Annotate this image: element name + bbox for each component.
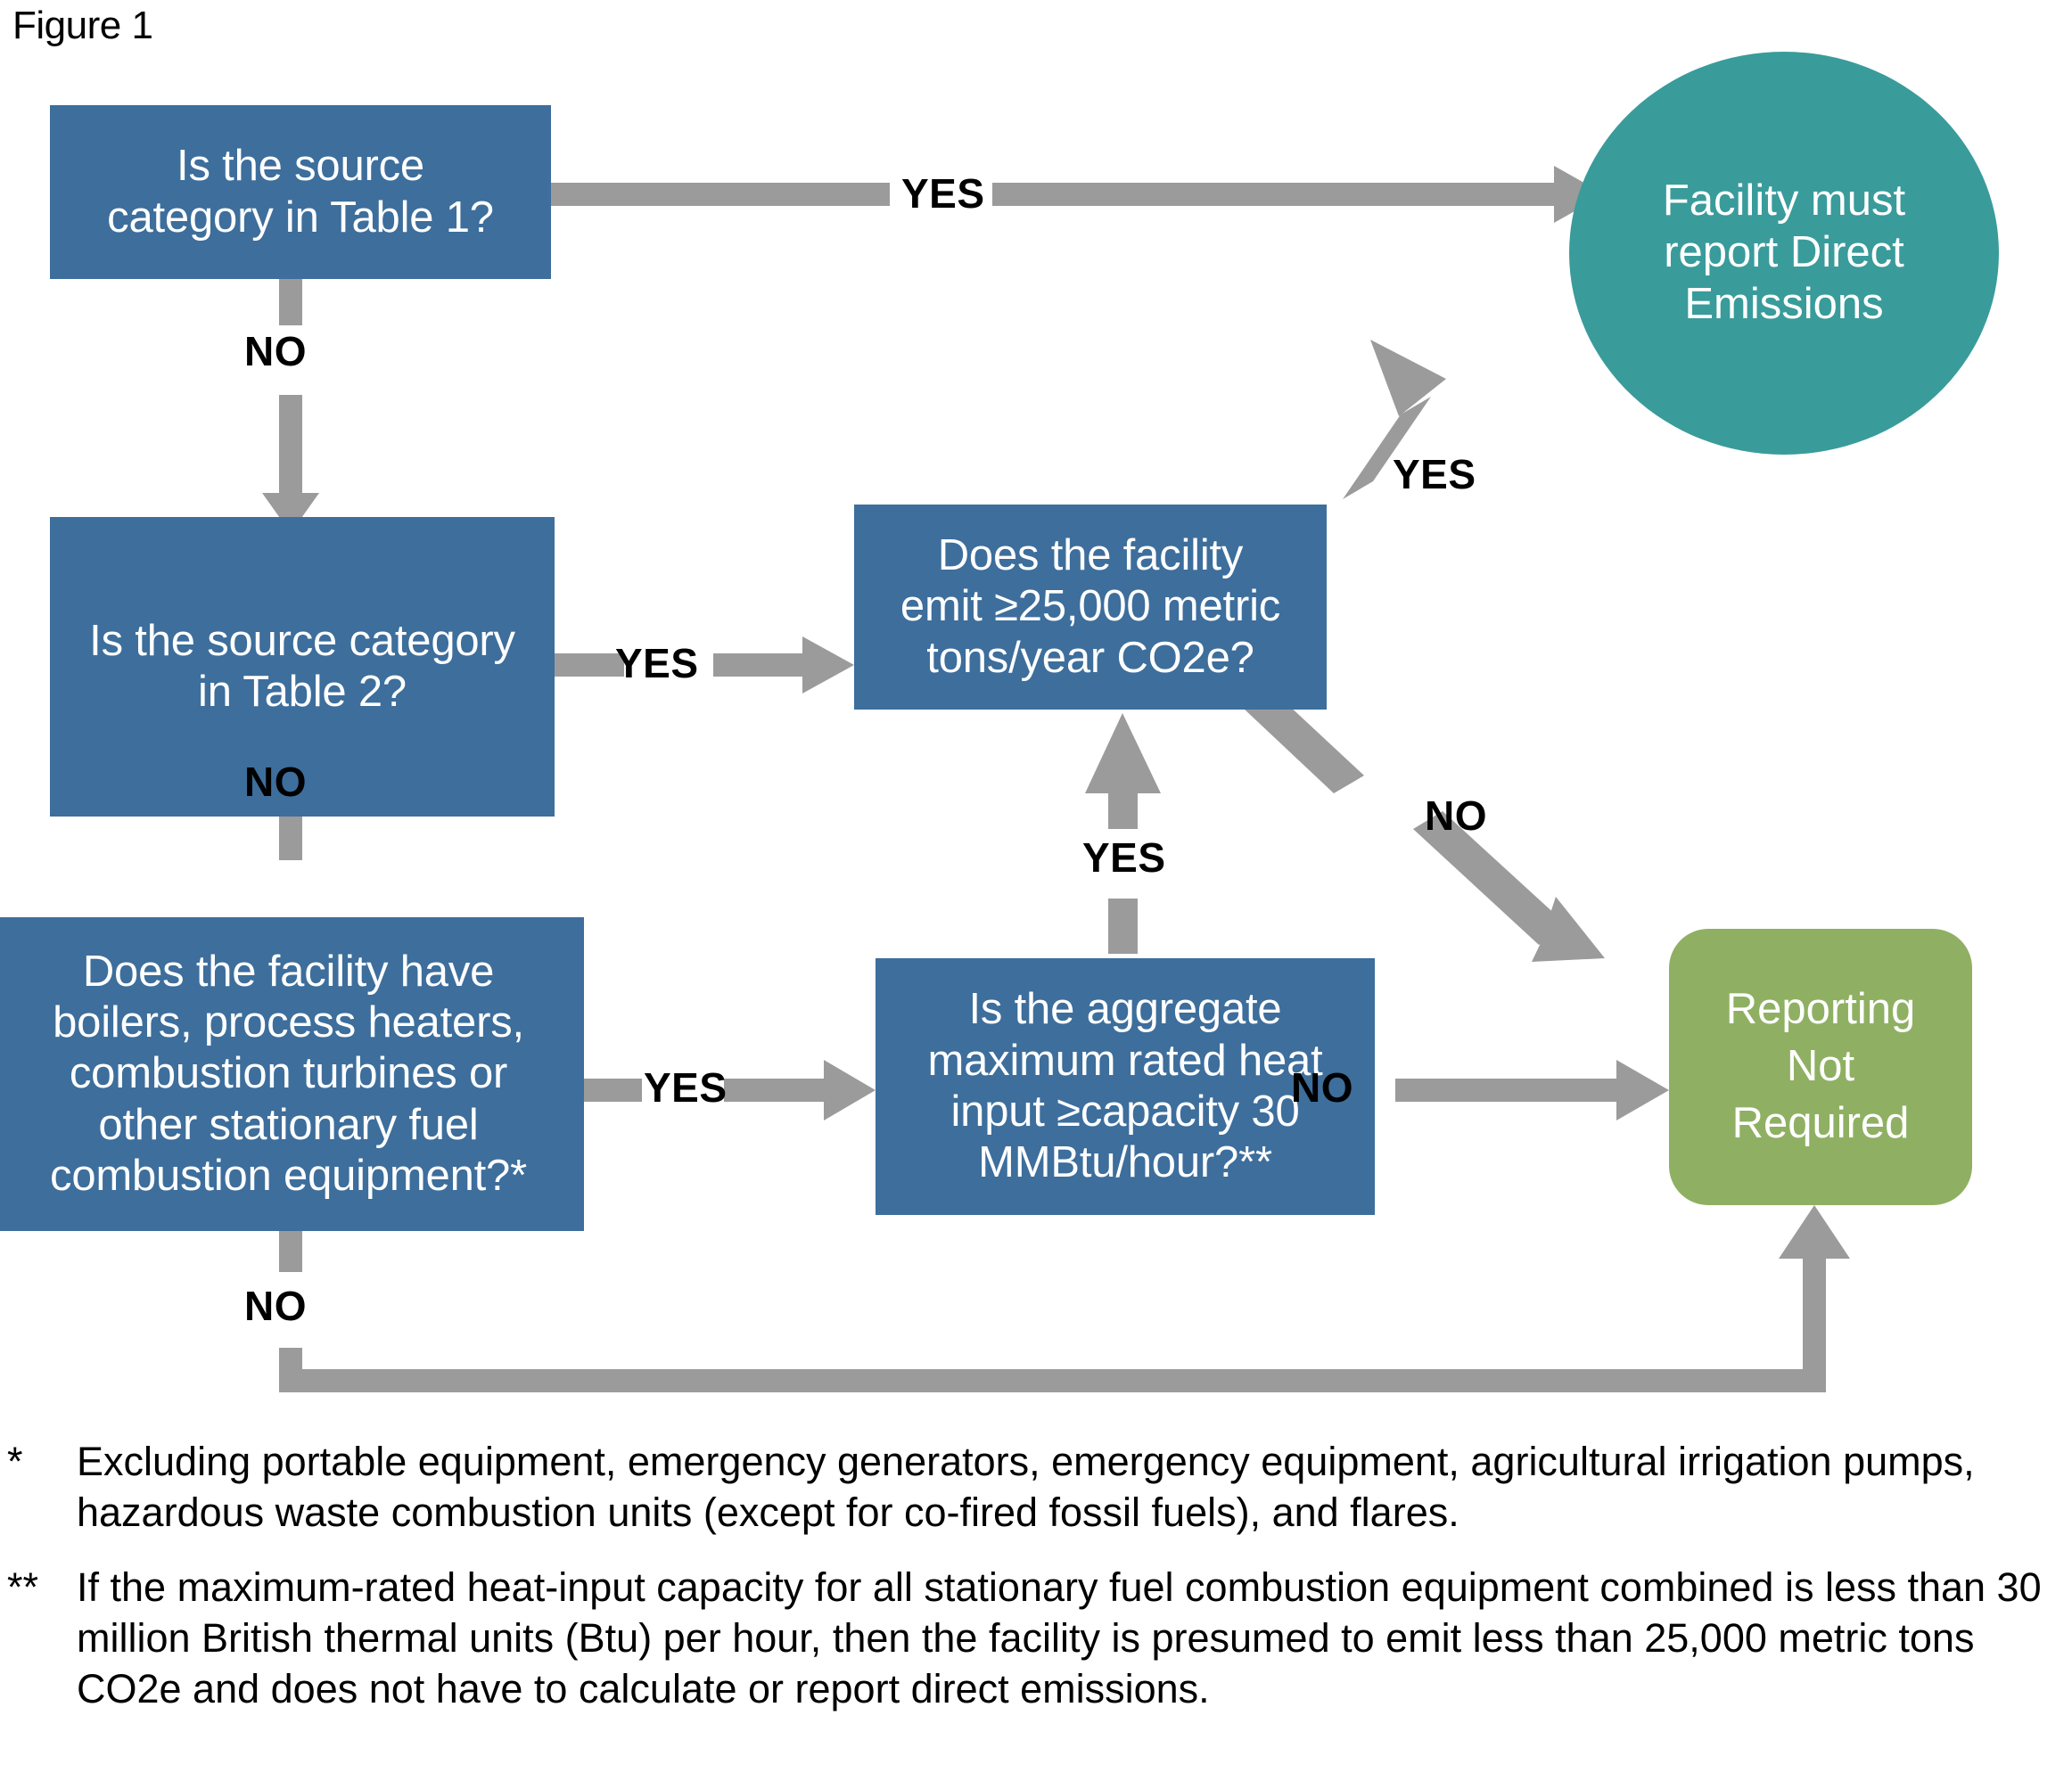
decision-label: Is the source category in Table 1? [107, 142, 494, 242]
edge-label-heatinput-no: NO [1291, 1064, 1353, 1111]
footnote-single-asterisk: * Excluding portable equipment, emergenc… [7, 1437, 2058, 1538]
edge-table2-yes-arrow [555, 636, 854, 694]
terminal-reporting-not-required[interactable]: Reporting Not Required [1669, 929, 1972, 1205]
edge-combustion-yes-arrow [584, 1060, 876, 1120]
footnote-text: Excluding portable equipment, emergency … [77, 1439, 1975, 1535]
edge-label-combustion-no: NO [244, 1283, 307, 1329]
decision-label: Does the facility have boilers, process … [50, 947, 527, 1200]
decision-box-is-source-category-table-1[interactable]: Is the source category in Table 1? [50, 105, 551, 279]
edge-table1-yes-arrow [547, 166, 1605, 223]
edge-label-combustion-yes: YES [644, 1064, 728, 1111]
figure-title: Figure 1 [12, 4, 153, 47]
footnote-marker: ** [7, 1564, 39, 1611]
terminal-label: Facility must report Direct Emissions [1662, 176, 1906, 328]
edge-label-threshold-yes: YES [1393, 451, 1476, 497]
footnote-text: If the maximum-rated heat-input capacity… [77, 1564, 2042, 1711]
figure-canvas: Figure 1 Is the source category in Table… [0, 0, 2072, 1781]
edge-label-table2-no: NO [244, 759, 307, 805]
edge-label-table2-yes: YES [615, 640, 699, 686]
edge-label-threshold-no: NO [1425, 792, 1487, 839]
footnote-double-asterisk: ** If the maximum-rated heat-input capac… [7, 1563, 2058, 1714]
edge-label-table1-yes: YES [901, 170, 985, 217]
edge-label-combustion-no-placeholder: YES [1082, 834, 1166, 881]
edge-combustion-no-loop [279, 1205, 1850, 1392]
decision-box-does-facility-emit-threshold[interactable]: Does the facility emit ≥25,000 metric to… [854, 505, 1327, 710]
edge-table1-no-arrow [262, 279, 319, 533]
terminal-label: Reporting Not Required [1725, 985, 1916, 1147]
footnotes: * Excluding portable equipment, emergenc… [7, 1437, 2058, 1739]
edge-label-table1-no: NO [244, 328, 307, 374]
decision-box-does-facility-have-combustion-equipment[interactable]: Does the facility have boilers, process … [0, 917, 584, 1231]
terminal-facility-must-report-direct-emissions[interactable]: Facility must report Direct Emissions [1569, 52, 1999, 455]
footnote-marker: * [7, 1439, 23, 1484]
decision-label: Is the source category in Table 2? [89, 616, 515, 716]
decision-label: Does the facility emit ≥25,000 metric to… [900, 531, 1281, 682]
